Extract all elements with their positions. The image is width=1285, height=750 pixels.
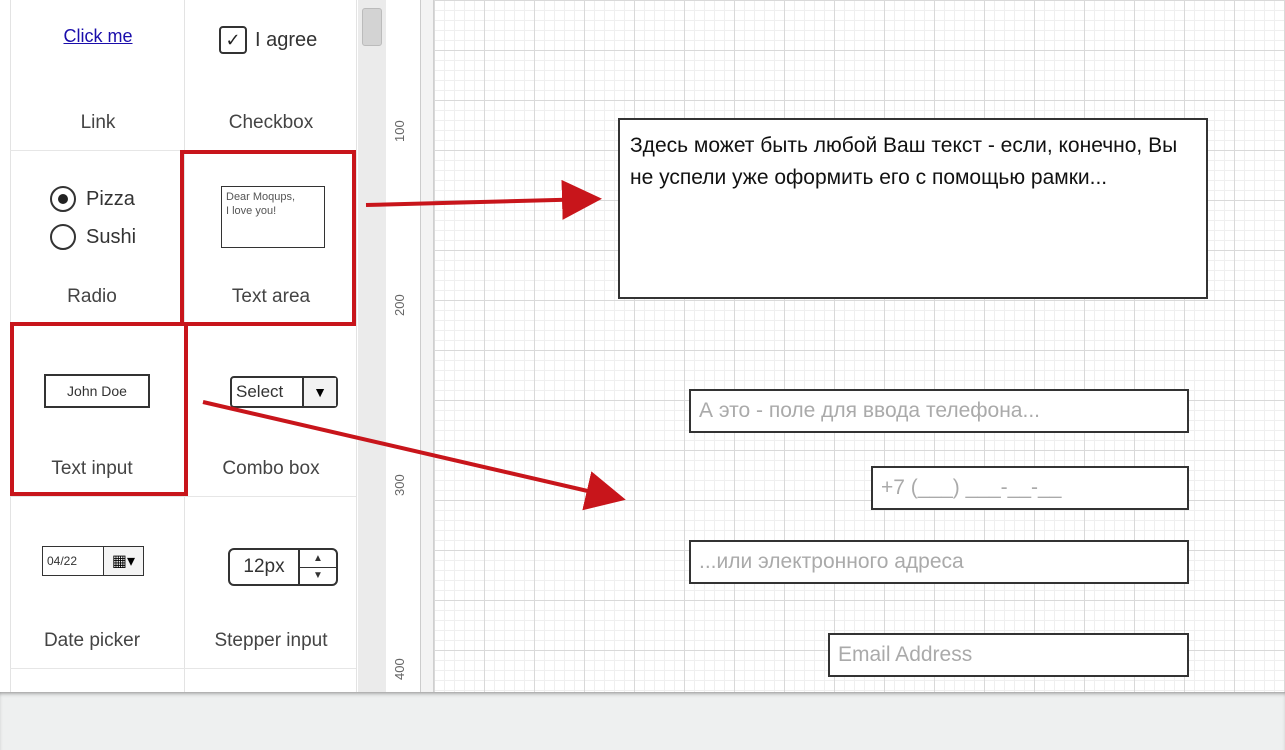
arrow-to-inputs <box>202 400 626 511</box>
bottom-bar <box>0 692 1285 750</box>
annotation-arrows <box>202 179 626 511</box>
arrow-to-textarea <box>365 179 602 220</box>
